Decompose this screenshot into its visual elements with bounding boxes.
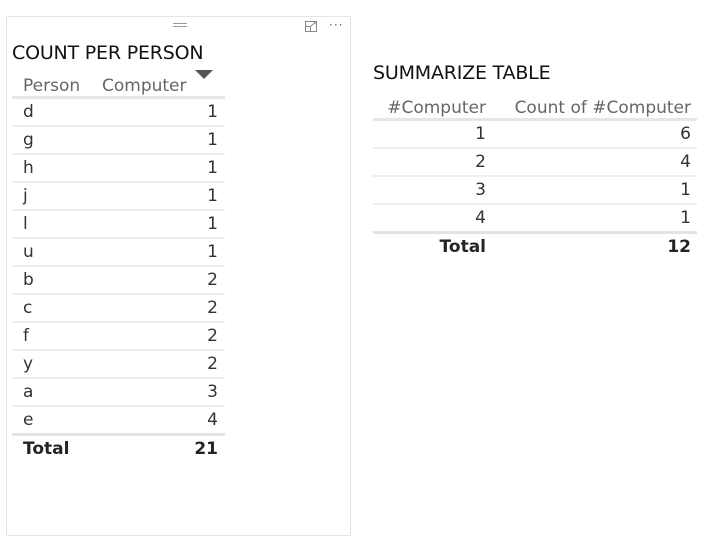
total-row: Total 21	[12, 436, 225, 462]
table-row[interactable]: g1	[12, 127, 225, 155]
table-row[interactable]: j1	[12, 183, 225, 211]
total-value: 21	[194, 439, 218, 459]
computer-cell: 2	[91, 323, 225, 351]
person-cell: l	[12, 211, 91, 239]
person-cell: a	[12, 379, 91, 407]
table-row[interactable]: a3	[12, 379, 225, 407]
table-row[interactable]: c2	[12, 295, 225, 323]
person-cell: h	[12, 155, 91, 183]
person-cell: g	[12, 127, 91, 155]
total-row: Total 12	[373, 234, 697, 260]
drag-handle-icon[interactable]	[173, 23, 187, 28]
computer-cell: 3	[91, 379, 225, 407]
table-row[interactable]: 41	[373, 205, 697, 234]
table-row[interactable]: b2	[12, 267, 225, 295]
computer-cell: 2	[91, 351, 225, 379]
table-row[interactable]: h1	[12, 155, 225, 183]
computer-count-cell: 1	[373, 121, 501, 149]
column-header-person[interactable]: Person	[12, 73, 91, 99]
person-cell: f	[12, 323, 91, 351]
computer-count-cell: 3	[373, 177, 501, 205]
table-row[interactable]: u1	[12, 239, 225, 267]
table-row[interactable]: 16	[373, 121, 697, 149]
person-cell: e	[12, 407, 91, 436]
computer-cell: 2	[91, 267, 225, 295]
summarize-table: #Computer Count of #Computer 1 6 2 4 3 1 4 1 Tot…	[373, 95, 697, 260]
computer-cell: 1	[91, 211, 225, 239]
count-cell: 1	[501, 177, 697, 205]
table-row[interactable]: e4	[12, 407, 225, 436]
focus-mode-icon[interactable]	[305, 21, 317, 32]
computer-cell: 1	[91, 239, 225, 267]
table-row[interactable]: l1	[12, 211, 225, 239]
total-label: Total	[23, 439, 70, 459]
computer-cell: 1	[91, 127, 225, 155]
column-header-label: Person	[23, 76, 81, 96]
count-cell: 4	[501, 149, 697, 177]
visual-title: COUNT PER PERSON	[12, 42, 204, 64]
person-cell: u	[12, 239, 91, 267]
column-header-label: Count of #Computer	[514, 98, 691, 118]
column-header-count-of-computer[interactable]: Count of #Computer	[501, 95, 697, 121]
table-row[interactable]: y2	[12, 351, 225, 379]
computer-cell: 1	[91, 99, 225, 127]
count-per-person-table: Person Computer d1g1h1j1l1u1b2c2f2y2a3e4…	[12, 70, 225, 462]
column-header-label: #Computer	[387, 98, 486, 118]
person-cell: d	[12, 99, 91, 127]
table-row[interactable]: d1	[12, 99, 225, 127]
computer-cell: 4	[91, 407, 225, 436]
computer-cell: 1	[91, 183, 225, 211]
table-row[interactable]: 31	[373, 177, 697, 205]
count-cell: 6	[501, 121, 697, 149]
column-header-computer-count[interactable]: #Computer	[373, 95, 501, 121]
count-per-person-visual[interactable]: ··· COUNT PER PERSON Person Computer d1g…	[6, 16, 351, 536]
column-header-computer[interactable]: Computer	[91, 70, 225, 99]
person-cell: b	[12, 267, 91, 295]
computer-count-cell: 4	[373, 205, 501, 234]
computer-count-cell: 2	[373, 149, 501, 177]
computer-cell: 2	[91, 295, 225, 323]
visual-title: SUMMARIZE TABLE	[373, 62, 551, 84]
total-value: 12	[667, 237, 691, 257]
column-header-label: Computer	[102, 76, 187, 96]
more-options-icon[interactable]: ···	[329, 18, 343, 32]
total-label: Total	[439, 237, 486, 257]
table-row[interactable]: f2	[12, 323, 225, 351]
computer-cell: 1	[91, 155, 225, 183]
table-row[interactable]: 24	[373, 149, 697, 177]
count-cell: 1	[501, 205, 697, 234]
person-cell: y	[12, 351, 91, 379]
person-cell: j	[12, 183, 91, 211]
sort-descending-icon[interactable]	[194, 70, 213, 79]
person-cell: c	[12, 295, 91, 323]
